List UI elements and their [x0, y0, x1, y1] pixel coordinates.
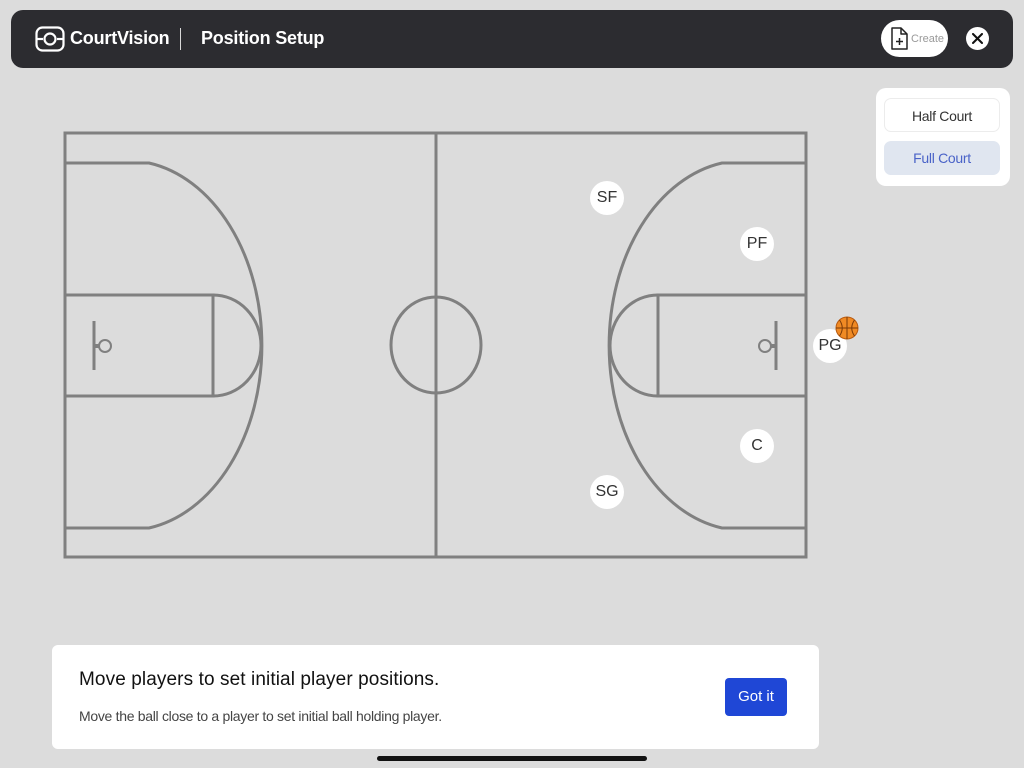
left-key — [63, 293, 215, 398]
top-bar: CourtVision Position Setup Create — [11, 10, 1013, 68]
create-button[interactable]: Create — [881, 20, 948, 57]
half-court-option[interactable]: Half Court — [884, 98, 1000, 132]
right-free-throw-arc — [608, 293, 659, 398]
left-free-throw-arc — [212, 293, 263, 398]
court-size-toggle: Half Court Full Court — [876, 88, 1010, 186]
right-rim — [758, 339, 772, 353]
player-pf[interactable]: PF — [740, 227, 774, 261]
page-title: Position Setup — [201, 28, 325, 48]
got-it-button[interactable]: Got it — [725, 678, 787, 716]
close-icon — [972, 33, 983, 44]
brand-name: CourtVision — [70, 28, 170, 48]
instruction-subtext: Move the ball close to a player to set i… — [79, 708, 442, 724]
left-rim — [98, 339, 112, 353]
courtvision-logo-icon — [35, 26, 65, 52]
right-key — [656, 293, 808, 398]
basketball-icon[interactable] — [835, 316, 859, 340]
home-indicator[interactable] — [377, 756, 647, 761]
player-sg[interactable]: SG — [590, 475, 624, 509]
player-c[interactable]: C — [740, 429, 774, 463]
instruction-heading: Move players to set initial player posit… — [79, 669, 440, 690]
right-three-point-line — [607, 161, 806, 530]
player-sf[interactable]: SF — [590, 181, 624, 215]
header-divider — [180, 28, 181, 50]
center-circle — [389, 295, 483, 395]
instruction-card: Move players to set initial player posit… — [52, 645, 819, 749]
close-button[interactable] — [966, 27, 989, 50]
left-three-point-line — [65, 161, 264, 530]
new-document-icon — [891, 27, 908, 50]
court-boundary — [63, 131, 808, 559]
create-button-label: Create — [911, 33, 945, 45]
full-court-option[interactable]: Full Court — [884, 141, 1000, 175]
